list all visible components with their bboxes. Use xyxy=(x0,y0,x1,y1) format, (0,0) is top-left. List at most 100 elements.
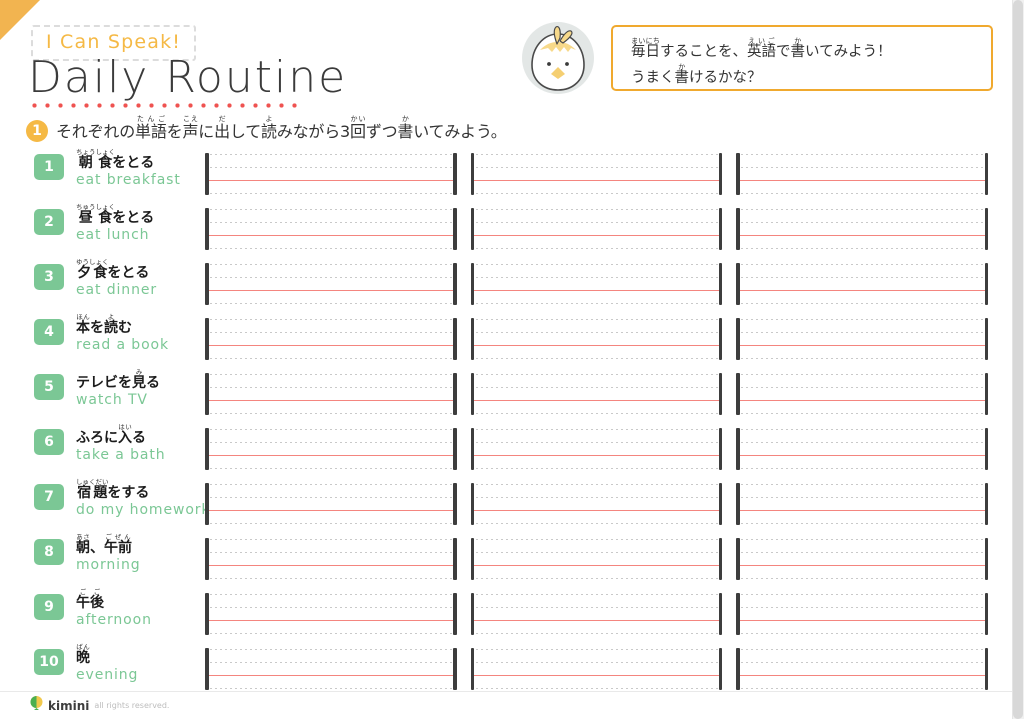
writing-practice-cell[interactable] xyxy=(205,318,457,360)
cell-end-bar xyxy=(984,593,989,635)
guide-line-top xyxy=(736,374,989,375)
writing-practice-cell[interactable] xyxy=(205,208,457,250)
row-word-pair: 朝食ちょうしょくをとる eat breakfast xyxy=(76,148,206,189)
row-word-pair: 朝あさ、午前ごぜん morning xyxy=(76,533,206,574)
row-word-japanese: 朝食ちょうしょくをとる xyxy=(76,148,155,171)
writing-practice-cell[interactable] xyxy=(736,373,989,415)
guide-line-top xyxy=(205,594,457,595)
guide-line-top xyxy=(205,374,457,375)
cell-end-bar xyxy=(984,648,989,690)
writing-practice-cell[interactable] xyxy=(205,648,457,690)
guide-line-mid xyxy=(205,167,457,168)
writing-practice-cell[interactable] xyxy=(736,538,989,580)
vertical-scrollbar-thumb[interactable] xyxy=(1013,0,1023,719)
writing-practice-cell[interactable] xyxy=(470,483,723,525)
guide-line-mid xyxy=(470,222,723,223)
row-number-badge: 2 xyxy=(34,209,64,235)
row-word-pair: 夕食ゆうしょくをとる eat dinner xyxy=(76,258,206,299)
guide-line-mid xyxy=(470,662,723,663)
guide-line-mid xyxy=(205,277,457,278)
row-word-english: eat dinner xyxy=(76,282,158,298)
row-word-english: take a bath xyxy=(76,447,166,463)
cell-start-bar xyxy=(736,373,740,415)
baseline-red xyxy=(470,620,723,622)
baseline-red xyxy=(205,455,457,457)
baseline-red xyxy=(736,400,989,402)
writing-practice-cell[interactable] xyxy=(205,263,457,305)
cell-end-bar xyxy=(718,593,723,635)
cell-start-bar xyxy=(205,153,209,195)
cell-end-bar xyxy=(718,318,723,360)
guide-line-mid xyxy=(470,277,723,278)
writing-practice-cell[interactable] xyxy=(205,483,457,525)
guide-line-bottom xyxy=(736,688,989,689)
writing-practice-cell[interactable] xyxy=(736,318,989,360)
row-word-japanese: 午後ごご xyxy=(76,588,104,611)
row-word-japanese: 宿題しゅくだいをする xyxy=(76,478,150,501)
writing-practice-cell[interactable] xyxy=(736,263,989,305)
cell-start-bar xyxy=(205,483,209,525)
row-word-pair: ふろに入はいる take a bath xyxy=(76,423,206,464)
baseline-red xyxy=(736,455,989,457)
baseline-red xyxy=(736,565,989,567)
title-dotted-underline xyxy=(28,103,304,108)
cell-end-bar xyxy=(984,483,989,525)
row-word-pair: 午後ごご afternoon xyxy=(76,588,206,629)
row-number-badge: 7 xyxy=(34,484,64,510)
writing-practice-cell[interactable] xyxy=(205,428,457,470)
writing-practice-cell[interactable] xyxy=(470,648,723,690)
row-word-japanese: テレビを見みる xyxy=(76,368,160,391)
writing-practice-cell[interactable] xyxy=(736,428,989,470)
guide-line-top xyxy=(736,484,989,485)
cell-start-bar xyxy=(470,593,475,635)
guide-line-bottom xyxy=(205,413,457,414)
writing-practice-cell[interactable] xyxy=(736,153,989,195)
cell-end-bar xyxy=(453,263,457,305)
writing-practice-cell[interactable] xyxy=(205,153,457,195)
writing-practice-cell[interactable] xyxy=(205,538,457,580)
cell-start-bar xyxy=(470,538,475,580)
writing-practice-cell[interactable] xyxy=(736,648,989,690)
guide-line-mid xyxy=(470,442,723,443)
writing-practice-cell[interactable] xyxy=(470,428,723,470)
writing-practice-cell[interactable] xyxy=(470,208,723,250)
guide-line-bottom xyxy=(736,358,989,359)
baseline-red xyxy=(205,510,457,512)
row-word-japanese: 昼食ちゅうしょくをとる xyxy=(76,203,155,226)
cell-end-bar xyxy=(984,318,989,360)
guide-line-top xyxy=(736,319,989,320)
page-title: Daily Routine xyxy=(28,52,348,103)
writing-practice-cell[interactable] xyxy=(736,593,989,635)
guide-line-mid xyxy=(470,552,723,553)
callout-line-2: うまく書かけるかな？ xyxy=(631,63,762,87)
guide-line-bottom xyxy=(736,193,989,194)
writing-practice-cell[interactable] xyxy=(736,208,989,250)
badge-label: I Can Speak! xyxy=(46,31,182,53)
guide-line-bottom xyxy=(470,523,723,524)
writing-practice-cell[interactable] xyxy=(470,373,723,415)
writing-practice-cell[interactable] xyxy=(470,153,723,195)
writing-practice-cell[interactable] xyxy=(470,318,723,360)
row-number-badge: 1 xyxy=(34,154,64,180)
cell-end-bar xyxy=(453,318,457,360)
guide-line-mid xyxy=(736,222,989,223)
vertical-scrollbar-track[interactable] xyxy=(1012,0,1024,719)
writing-practice-cell[interactable] xyxy=(470,263,723,305)
kimini-logo-icon xyxy=(30,696,43,715)
writing-practice-cell[interactable] xyxy=(205,593,457,635)
cell-end-bar xyxy=(718,263,723,305)
cell-start-bar xyxy=(736,428,740,470)
writing-practice-cell[interactable] xyxy=(736,483,989,525)
guide-line-top xyxy=(470,209,723,210)
guide-line-mid xyxy=(736,332,989,333)
cell-start-bar xyxy=(470,263,475,305)
guide-line-top xyxy=(736,264,989,265)
writing-practice-cell[interactable] xyxy=(470,538,723,580)
row-number-badge: 3 xyxy=(34,264,64,290)
cell-end-bar xyxy=(984,538,989,580)
writing-practice-cell[interactable] xyxy=(470,593,723,635)
writing-area xyxy=(205,318,989,360)
guide-line-bottom xyxy=(205,358,457,359)
guide-line-mid xyxy=(205,222,457,223)
writing-practice-cell[interactable] xyxy=(205,373,457,415)
